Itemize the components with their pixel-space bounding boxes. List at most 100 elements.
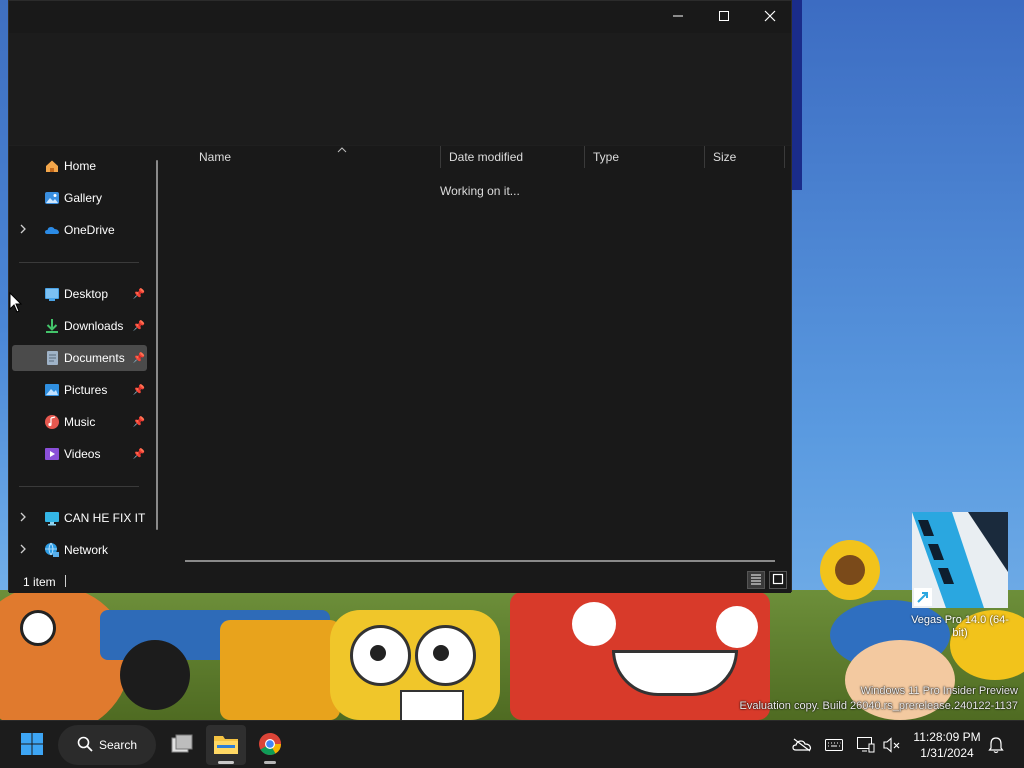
nav-label: Music (64, 415, 96, 429)
column-header-type[interactable]: Type (585, 146, 705, 168)
volume-muted-icon[interactable] (882, 735, 902, 755)
documents-icon (44, 350, 60, 366)
windows-evaluation-watermark: Windows 11 Pro Insider Preview Evaluatio… (740, 684, 1018, 714)
taskbar-google-chrome[interactable] (250, 725, 290, 765)
nav-item-this-pc[interactable]: CAN HE FIX IT (12, 505, 147, 531)
nav-divider (19, 262, 139, 263)
column-header-label: Size (713, 150, 737, 164)
clock-date: 1/31/2024 (920, 746, 974, 760)
pin-icon: 📌 (132, 384, 145, 396)
chevron-right-icon[interactable] (19, 512, 27, 525)
desktop-shortcut-label: Vegas Pro 14.0 (64-bit) (911, 614, 1009, 639)
taskview-icon (170, 734, 194, 757)
taskbar: Search 11:28:09 PM 1/31/2024 (0, 720, 1024, 768)
mouse-cursor-icon (9, 291, 23, 317)
column-header-date-modified[interactable]: Date modified (441, 146, 585, 168)
vegas-pro-icon (912, 512, 1008, 608)
watermark-edition: Windows 11 Pro Insider Preview (860, 685, 1018, 697)
nav-item-documents[interactable]: Documents 📌 (12, 345, 147, 371)
nav-item-music[interactable]: Music 📌 (12, 409, 147, 435)
column-header-label: Name (199, 150, 232, 164)
horizontal-scrollbar[interactable] (185, 560, 775, 562)
task-view-button[interactable] (162, 725, 202, 765)
file-explorer-window: Home Gallery OneDrive Desktop 📌 Download… (8, 0, 792, 593)
start-button[interactable] (12, 725, 52, 765)
videos-icon (44, 446, 60, 462)
nav-label: Downloads (64, 319, 124, 333)
minimize-icon (672, 9, 684, 25)
clock-time: 11:28:09 PM (913, 730, 981, 744)
pin-icon: 📌 (132, 352, 145, 364)
nav-label: OneDrive (64, 223, 115, 237)
taskbar-clock[interactable]: 11:28:09 PM 1/31/2024 (906, 729, 988, 761)
home-icon (44, 158, 60, 174)
close-button[interactable] (747, 1, 793, 33)
column-header-size[interactable]: Size (705, 146, 785, 168)
taskbar-file-explorer[interactable] (206, 725, 246, 765)
status-divider (65, 575, 66, 587)
command-bar-area (9, 33, 791, 146)
loading-message: Working on it... (440, 184, 520, 198)
large-icons-view-icon (772, 573, 784, 588)
pin-icon: 📌 (132, 288, 145, 300)
close-icon (764, 9, 776, 25)
computer-icon (44, 510, 60, 526)
nav-item-downloads[interactable]: Downloads 📌 (12, 313, 147, 339)
status-bar: 1 item (9, 569, 791, 593)
title-bar[interactable] (9, 1, 791, 33)
desktop-shortcut-vegas-pro[interactable]: Vegas Pro 14.0 (64-bit) (906, 512, 1014, 640)
file-list-pane[interactable]: Name Date modified Type Size Working on … (167, 146, 791, 566)
sort-ascending-icon (337, 139, 347, 161)
nav-label: Videos (64, 447, 101, 461)
nav-divider (19, 486, 139, 487)
nav-label: Desktop (64, 287, 109, 301)
nav-scrollbar[interactable] (156, 160, 158, 530)
large-icons-view-button[interactable] (769, 571, 787, 589)
music-icon (44, 414, 60, 430)
running-indicator (264, 761, 276, 764)
pin-icon: 📌 (132, 320, 145, 332)
chevron-right-icon[interactable] (19, 224, 27, 237)
network-icon (44, 542, 60, 558)
nav-label: Documents (64, 351, 125, 365)
nav-label: Network (64, 543, 109, 557)
nav-item-network[interactable]: Network (12, 537, 147, 563)
onedrive-tray-icon[interactable] (792, 735, 812, 755)
nav-item-videos[interactable]: Videos 📌 (12, 441, 147, 467)
chrome-icon (258, 732, 282, 759)
nav-label: CAN HE FIX IT (64, 511, 146, 525)
column-header-label: Date modified (449, 150, 524, 164)
keyboard-icon[interactable] (824, 735, 844, 755)
column-header-label: Type (593, 150, 620, 164)
chevron-right-icon[interactable] (19, 544, 27, 557)
running-indicator (218, 761, 234, 764)
nav-item-home[interactable]: Home (12, 153, 147, 179)
nav-label: Home (64, 159, 97, 173)
notification-bell-icon[interactable] (986, 735, 1006, 755)
navigation-pane: Home Gallery OneDrive Desktop 📌 Download… (9, 146, 167, 562)
nav-label: Pictures (64, 383, 108, 397)
nav-label: Gallery (64, 191, 103, 205)
maximize-button[interactable] (701, 1, 747, 33)
maximize-icon (718, 9, 730, 25)
nav-item-pictures[interactable]: Pictures 📌 (12, 377, 147, 403)
minimize-button[interactable] (655, 1, 701, 33)
column-headers: Name Date modified Type Size (167, 146, 787, 168)
nav-item-onedrive[interactable]: OneDrive (12, 217, 147, 243)
display-icon[interactable] (856, 735, 876, 755)
pin-icon: 📌 (132, 448, 145, 460)
downloads-icon (44, 318, 60, 334)
onedrive-cloud-icon (44, 222, 60, 238)
search-label: Search (98, 738, 138, 752)
taskbar-search-button[interactable]: Search (58, 725, 156, 765)
column-header-name[interactable]: Name (191, 146, 441, 168)
nav-item-gallery[interactable]: Gallery (12, 185, 147, 211)
item-count: 1 item (23, 575, 56, 589)
search-icon (77, 736, 93, 755)
file-explorer-icon (213, 733, 239, 758)
pin-icon: 📌 (132, 416, 145, 428)
pictures-icon (44, 382, 60, 398)
nav-item-desktop[interactable]: Desktop 📌 (12, 281, 147, 307)
details-view-button[interactable] (747, 571, 765, 589)
watermark-build: Evaluation copy. Build 26040.rs_prerelea… (739, 700, 1018, 712)
